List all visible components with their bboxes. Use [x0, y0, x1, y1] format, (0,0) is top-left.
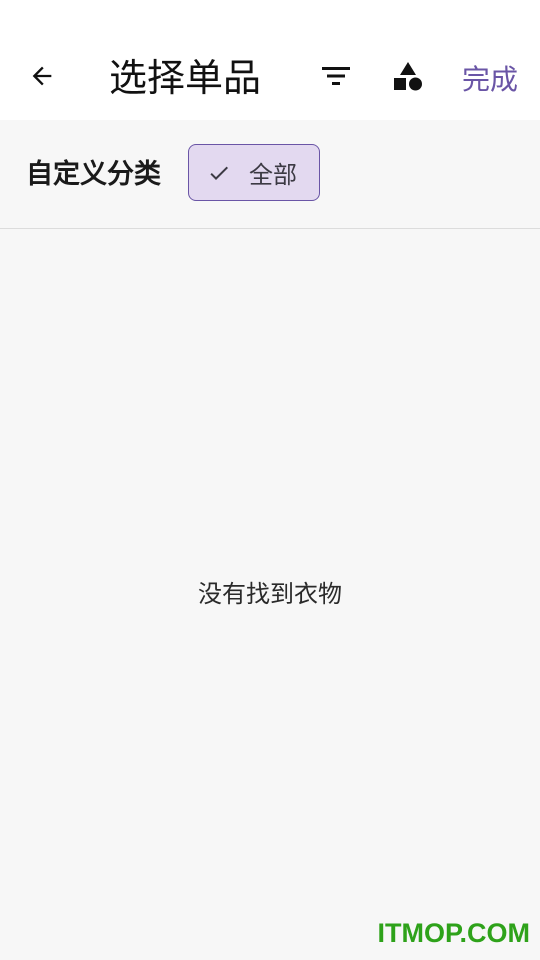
custom-category-label: 自定义分类 — [26, 159, 161, 190]
category-shapes-button[interactable] — [384, 54, 432, 102]
back-button[interactable] — [18, 54, 66, 102]
page-title: 选择单品 — [109, 56, 262, 100]
filter-button[interactable] — [312, 54, 360, 102]
empty-state-message: 没有找到衣物 — [198, 580, 342, 608]
check-icon — [207, 161, 231, 185]
app-bar: 选择单品 完成 — [0, 0, 540, 120]
shapes-icon — [392, 60, 424, 96]
chip-label: 全部 — [249, 161, 297, 189]
category-filter-bar: 自定义分类 全部 — [0, 120, 540, 229]
watermark-logo: ITMOP.COM — [377, 918, 530, 948]
arrow-left-icon — [28, 62, 56, 94]
filter-lines-icon — [321, 64, 351, 92]
chip-all[interactable]: 全部 — [188, 144, 320, 201]
screen: 选择单品 完成 自定义分类 全部 没有找到衣物 ITMOP.COM — [0, 0, 540, 960]
done-button[interactable]: 完成 — [452, 54, 528, 102]
